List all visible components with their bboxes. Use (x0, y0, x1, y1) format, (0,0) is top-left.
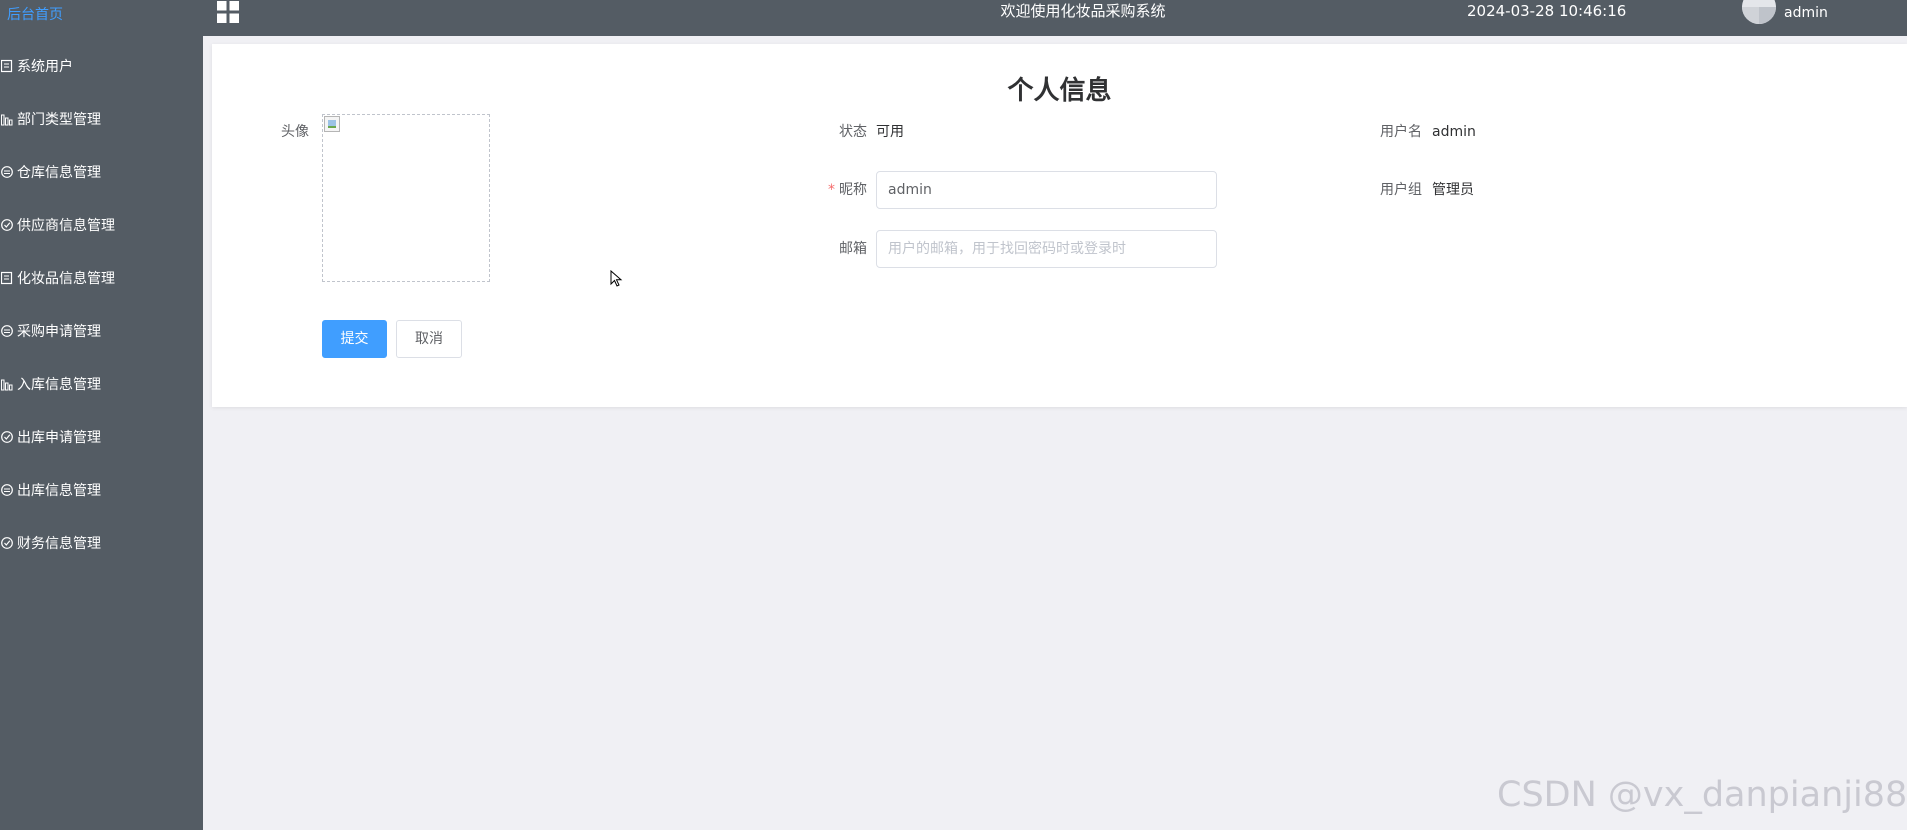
avatar[interactable] (1742, 0, 1776, 24)
sidebar-item-inbound-info[interactable]: 入库信息管理 (0, 369, 203, 399)
sidebar-item-system-users[interactable]: 系统用户 (0, 51, 203, 81)
page-title: 个人信息 (1007, 76, 1112, 106)
sidebar-item-label: 入库信息管理 (17, 377, 101, 393)
grid-menu-icon[interactable] (217, 1, 239, 23)
sidebar-item-label: 部门类型管理 (17, 112, 101, 128)
bar-chart-icon (1, 112, 13, 126)
sidebar-item-label: 供应商信息管理 (17, 218, 115, 234)
chat-icon (1, 483, 13, 497)
sidebar-item-finance-info[interactable]: 财务信息管理 (0, 528, 203, 558)
username-label: 用户名 (1380, 124, 1422, 140)
chat-icon (1, 165, 13, 179)
sidebar: 后台首页 系统用户 部门类型管理 仓库信息管理 供应商信息管理 化妆品信息管理 … (0, 0, 203, 830)
check-circle-icon (1, 430, 13, 444)
sidebar-item-warehouse-info[interactable]: 仓库信息管理 (0, 157, 203, 187)
email-input[interactable]: 用户的邮箱，用于找回密码时或登录时 (876, 230, 1217, 268)
usergroup-value: 管理员 (1432, 182, 1474, 198)
check-circle-icon (1, 218, 13, 232)
nickname-input[interactable]: admin (876, 171, 1217, 209)
sidebar-item-label: 系统用户 (17, 59, 73, 75)
sidebar-item-outbound-info[interactable]: 出库信息管理 (0, 475, 203, 505)
check-circle-icon (1, 536, 13, 550)
avatar-uploader[interactable] (322, 114, 490, 282)
submit-button[interactable]: 提交 (322, 320, 387, 358)
bar-chart-icon (1, 377, 13, 391)
sidebar-item-department-types[interactable]: 部门类型管理 (0, 104, 203, 134)
document-icon (1, 271, 13, 285)
profile-card: 个人信息 头像 状态 可用 用户名 admin * 昵称 admin 用户组 管理… (212, 44, 1907, 407)
watermark: CSDN @vx_danpianji889 (1497, 775, 1907, 815)
header-username[interactable]: admin (1784, 2, 1828, 24)
sidebar-item-label: 财务信息管理 (17, 536, 101, 552)
datetime-display: 2024-03-28 10:46:16 (1467, 2, 1627, 20)
cancel-button[interactable]: 取消 (396, 320, 462, 358)
document-icon (1, 59, 13, 73)
nickname-label: * 昵称 (828, 182, 867, 198)
email-label: 邮箱 (839, 241, 867, 257)
chat-icon (1, 324, 13, 338)
sidebar-item-cosmetics-info[interactable]: 化妆品信息管理 (0, 263, 203, 293)
username-value: admin (1432, 124, 1476, 140)
sidebar-item-supplier-info[interactable]: 供应商信息管理 (0, 210, 203, 240)
sidebar-item-label: 出库申请管理 (17, 430, 101, 446)
broken-image-icon (324, 116, 340, 132)
sidebar-item-label: 仓库信息管理 (17, 165, 101, 181)
required-asterisk: * (828, 182, 835, 198)
sidebar-item-label: 出库信息管理 (17, 483, 101, 499)
sidebar-item-label: 化妆品信息管理 (17, 271, 115, 287)
avatar-label: 头像 (281, 124, 309, 140)
sidebar-item-label: 采购申请管理 (17, 324, 101, 340)
welcome-text: 欢迎使用化妆品采购系统 (1000, 2, 1166, 20)
top-header: 欢迎使用化妆品采购系统 2024-03-28 10:46:16 admin (203, 0, 1907, 36)
sidebar-item-purchase-requests[interactable]: 采购申请管理 (0, 316, 203, 346)
status-value: 可用 (876, 124, 904, 140)
sidebar-home-link[interactable]: 后台首页 (7, 4, 63, 26)
status-label: 状态 (839, 124, 867, 140)
usergroup-label: 用户组 (1380, 182, 1422, 198)
mouse-cursor-icon (610, 269, 624, 288)
sidebar-item-outbound-requests[interactable]: 出库申请管理 (0, 422, 203, 452)
